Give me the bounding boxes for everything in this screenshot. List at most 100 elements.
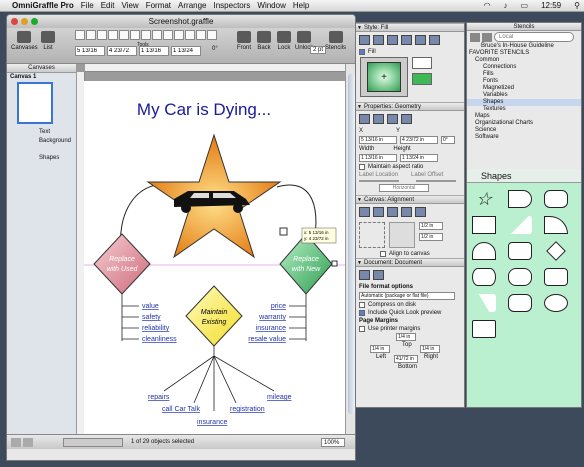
diamond-shape-icon[interactable]: [546, 241, 566, 261]
menu-edit[interactable]: Edit: [101, 1, 115, 10]
maintain-aspect-checkbox[interactable]: [359, 164, 365, 170]
rectangle-shape-icon[interactable]: [472, 216, 496, 234]
document-tab-icon[interactable]: [359, 270, 370, 280]
left-item-cleanliness[interactable]: cleanliness: [142, 336, 177, 343]
line-tool-icon[interactable]: [108, 30, 118, 40]
star-shape-icon[interactable]: ☆: [472, 190, 496, 208]
rubber-stamp-icon[interactable]: [174, 30, 184, 40]
menu-help[interactable]: Help: [293, 1, 309, 10]
compress-checkbox[interactable]: [359, 302, 365, 308]
right-item-insurance[interactable]: insurance: [256, 325, 286, 332]
style-brush-icon[interactable]: [163, 30, 173, 40]
menu-file[interactable]: File: [81, 1, 94, 10]
stencil-tree-item[interactable]: Organizational Charts: [467, 120, 581, 127]
menu-clock[interactable]: 12:59: [541, 0, 561, 12]
grid-tab-icon[interactable]: [373, 207, 384, 217]
fill-tab-icon[interactable]: [359, 35, 370, 45]
quicklook-checkbox[interactable]: [359, 310, 365, 316]
list-button[interactable]: List: [41, 31, 55, 51]
selection-tool-icon[interactable]: [75, 30, 85, 40]
canvas-thumbnail[interactable]: [17, 82, 53, 124]
stencil-view-icon[interactable]: [470, 32, 480, 42]
height-field[interactable]: [171, 46, 201, 56]
stencil-action-icon[interactable]: [482, 32, 492, 42]
action-tab-icon[interactable]: [401, 114, 412, 124]
x-field[interactable]: [75, 46, 105, 56]
rectangle-tool-icon[interactable]: [86, 30, 96, 40]
half-circle-shape-icon[interactable]: [472, 242, 496, 260]
zoom-tool-icon[interactable]: [196, 30, 206, 40]
ellipse-shape-icon[interactable]: [544, 294, 568, 312]
align-to-canvas-checkbox[interactable]: [380, 251, 386, 257]
menu-inspectors[interactable]: Inspectors: [214, 1, 251, 10]
canvases-button[interactable]: Canvases: [11, 31, 38, 51]
lines-tab-icon[interactable]: [373, 114, 384, 124]
delay-shape-icon[interactable]: [508, 190, 532, 208]
menu-view[interactable]: View: [121, 1, 138, 10]
section-style-fill[interactable]: Style: Fill: [356, 23, 464, 32]
right-item-warranty[interactable]: warranty: [258, 314, 286, 321]
margin-bottom-field[interactable]: 41/72 in: [394, 355, 418, 363]
stencil-tree-item[interactable]: Textures: [467, 106, 581, 113]
pen-tool-icon[interactable]: [119, 30, 129, 40]
stencil-tree-item[interactable]: Bruce's In-House Guideline: [467, 43, 581, 50]
section-document[interactable]: Document: Document: [356, 258, 464, 267]
zoom-icon[interactable]: [31, 18, 38, 25]
bottom-item-insurance[interactable]: insurance: [197, 419, 227, 426]
stencils-button[interactable]: Stencils: [325, 31, 346, 51]
width-field[interactable]: [139, 46, 169, 56]
margin-right-field[interactable]: 1/4 in: [420, 345, 440, 353]
label-location-slider[interactable]: [359, 180, 399, 182]
diagram-tool-icon[interactable]: [207, 30, 217, 40]
stencil-tree-item[interactable]: Magnetized: [467, 85, 581, 92]
volume-icon[interactable]: ♪: [504, 0, 508, 12]
menu-app[interactable]: OmniGraffle Pro: [12, 1, 74, 10]
stencil-tree-item[interactable]: FAVORITE STENCILS: [467, 50, 581, 57]
background-tab-icon[interactable]: [415, 207, 426, 217]
section-alignment[interactable]: Canvas: Alignment: [356, 195, 464, 204]
size-tab-icon[interactable]: [359, 207, 370, 217]
info-tab-icon[interactable]: [373, 270, 384, 280]
zoom-select[interactable]: 100%: [321, 438, 345, 447]
stencil-tree-item[interactable]: Shapes: [467, 99, 581, 106]
bottom-item-call-car-talk[interactable]: call Car Talk: [162, 406, 200, 413]
right-triangle-shape-icon[interactable]: [472, 294, 496, 312]
menu-window[interactable]: Window: [257, 1, 285, 10]
quick-style-icons[interactable]: [63, 437, 123, 447]
scroll-thumb[interactable]: [348, 74, 355, 414]
back-button[interactable]: Back: [257, 31, 271, 51]
color-well-2[interactable]: [412, 73, 432, 85]
hand-tool-icon[interactable]: [185, 30, 195, 40]
diagram-title[interactable]: My Car is Dying...: [137, 100, 271, 119]
align-grid[interactable]: [359, 222, 385, 248]
layout-tab-icon[interactable]: [387, 207, 398, 217]
right-item-price[interactable]: price: [271, 303, 286, 310]
margin-top-field[interactable]: 1/4 in: [396, 333, 416, 341]
menu-arrange[interactable]: Arrange: [178, 1, 206, 10]
window-titlebar[interactable]: Screenshot.graffle: [7, 15, 355, 28]
rounded-rect-shape-icon[interactable]: [544, 190, 568, 208]
angle-field[interactable]: 0°: [212, 46, 218, 52]
left-item-reliability[interactable]: reliability: [142, 325, 170, 332]
stencil-tree-item[interactable]: Fonts: [467, 78, 581, 85]
close-icon[interactable]: [11, 18, 18, 25]
margin-left-field[interactable]: 1/4 in: [370, 345, 390, 353]
canvas-item-name[interactable]: Canvas 1: [7, 73, 76, 81]
stencil-tree-item[interactable]: Maps: [467, 113, 581, 120]
stencil-search-input[interactable]: [494, 32, 574, 42]
text-tab-icon[interactable]: [415, 35, 426, 45]
image-tab-icon[interactable]: [401, 35, 412, 45]
box-shape-icon[interactable]: [508, 294, 532, 312]
triangle-shape-icon[interactable]: [508, 216, 532, 234]
quarter-circle-shape-icon[interactable]: [544, 216, 568, 234]
spacing-field-2[interactable]: 1/2 in: [419, 233, 443, 241]
geometry-tab-icon[interactable]: [359, 114, 370, 124]
rect-shape-icon[interactable]: [544, 268, 568, 286]
spotlight-icon[interactable]: ⚲: [574, 0, 580, 12]
inspector-y-field[interactable]: 4 23/72 in: [400, 136, 438, 144]
section-geometry[interactable]: Properties: Geometry: [356, 102, 464, 111]
bottom-item-repairs[interactable]: repairs: [148, 394, 170, 401]
minimize-icon[interactable]: [21, 18, 28, 25]
square-shape-icon[interactable]: [508, 242, 532, 260]
left-item-value[interactable]: value: [142, 303, 159, 310]
